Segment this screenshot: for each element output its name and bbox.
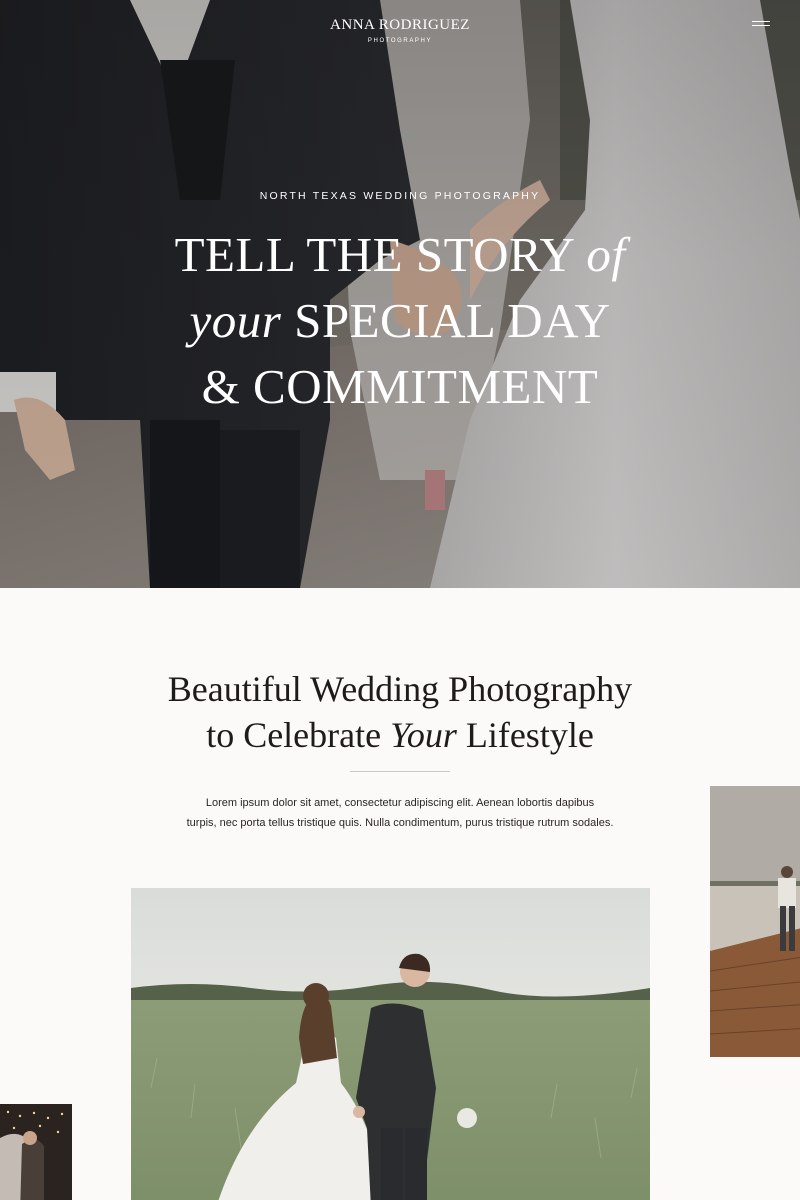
- intro-heading-text: Lifestyle: [456, 715, 594, 755]
- hero-heading-italic: your: [189, 293, 282, 348]
- hero-eyebrow: NORTH TEXAS WEDDING PHOTOGRAPHY: [259, 190, 541, 202]
- hamburger-menu-icon[interactable]: [748, 16, 774, 32]
- hero-section: ANNA RODRIGUEZ PHOTOGRAPHY NORTH TEXAS W…: [0, 0, 800, 588]
- hero-heading-text: SPECIAL DAY: [281, 293, 611, 348]
- intro-heading-line-1: Beautiful Wedding Photography: [167, 669, 633, 709]
- section-divider: [350, 771, 450, 772]
- brand-name: ANNA RODRIGUEZ: [330, 17, 470, 33]
- intro-paragraph: Lorem ipsum dolor sit amet, consectetur …: [150, 793, 650, 833]
- brand-logo[interactable]: ANNA RODRIGUEZ PHOTOGRAPHY: [0, 14, 800, 45]
- hero-heading-line-2: your SPECIAL DAY: [0, 288, 800, 354]
- intro-heading-line-2: to Celebrate Your Lifestyle: [0, 712, 800, 758]
- intro-paragraph-line: turpis, nec porta tellus tristique quis.…: [186, 817, 614, 829]
- hero-heading-line-1: TELL THE STORY of: [0, 222, 800, 288]
- intro-heading-text: to Celebrate: [206, 715, 391, 755]
- menu-bar: [752, 25, 770, 26]
- hero-heading: TELL THE STORY of your SPECIAL DAY & COM…: [0, 222, 800, 420]
- dock-couple-photo: [710, 786, 800, 1057]
- brand-subtitle: PHOTOGRAPHY: [367, 38, 433, 44]
- evening-couple-photo: [0, 1104, 72, 1200]
- hero-heading-italic: of: [586, 227, 626, 282]
- hero-heading-line-3: & COMMITMENT: [201, 359, 599, 414]
- menu-bar: [752, 21, 770, 22]
- intro-heading: Beautiful Wedding Photography to Celebra…: [0, 666, 800, 758]
- hero-heading-text: TELL THE STORY: [174, 227, 587, 282]
- intro-paragraph-line: Lorem ipsum dolor sit amet, consectetur …: [205, 797, 595, 809]
- page: ANNA RODRIGUEZ PHOTOGRAPHY NORTH TEXAS W…: [0, 0, 800, 1200]
- meadow-couple-photo: [131, 888, 650, 1200]
- intro-heading-italic: Your: [390, 715, 457, 755]
